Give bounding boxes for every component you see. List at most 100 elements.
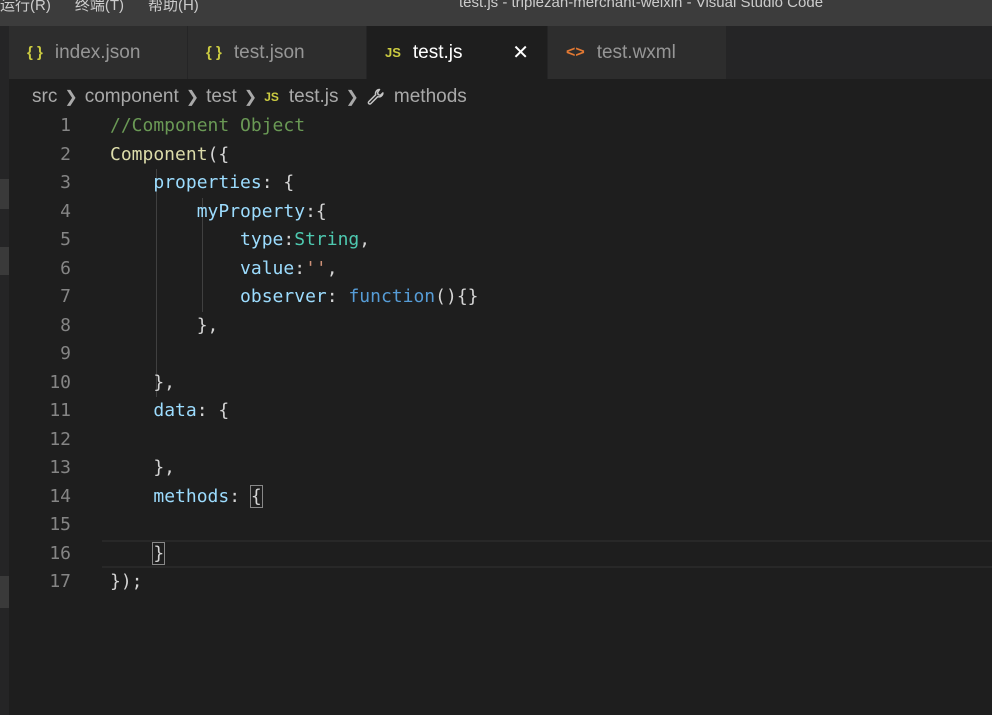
line-number: 4 xyxy=(60,200,71,222)
code-line[interactable]: 6 value:'', xyxy=(9,255,992,284)
line-number: 6 xyxy=(60,257,71,279)
code-text: value:'', xyxy=(110,255,338,284)
code-text: Component({ xyxy=(110,141,229,170)
close-icon[interactable]: ✕ xyxy=(512,40,529,65)
menu-item-help[interactable]: 帮助(H) xyxy=(148,0,199,15)
code-token: methods xyxy=(153,485,230,507)
code-line[interactable]: 15 xyxy=(9,511,992,540)
line-number: 2 xyxy=(60,143,71,165)
line-number: 9 xyxy=(60,343,71,364)
code-text: properties: { xyxy=(110,169,294,198)
line-number: 12 xyxy=(49,428,71,450)
code-line[interactable]: 3 properties: { xyxy=(9,169,992,198)
code-line[interactable]: 16 } xyxy=(9,540,992,569)
code-token: value xyxy=(240,257,295,279)
tab-label: index.json xyxy=(54,41,141,63)
line-number: 11 xyxy=(49,400,71,421)
line-number: 5 xyxy=(60,229,71,250)
menu-item-terminal[interactable]: 终端(T) xyxy=(75,0,124,15)
code-token: ({ xyxy=(207,143,230,165)
breadcrumb: src ❯ component ❯ test ❯ JS test.js ❯ me… xyxy=(32,84,467,110)
code-line[interactable]: 12 xyxy=(9,426,992,455)
code-token: }, xyxy=(110,457,176,478)
line-number: 17 xyxy=(49,571,71,592)
code-token: }); xyxy=(110,571,143,592)
code-line[interactable]: 5 type:String, xyxy=(9,226,992,255)
title-bar: 运行(R) 终端(T) 帮助(H) test.js - triplezan-me… xyxy=(0,0,992,26)
chevron-right-icon: ❯ xyxy=(64,89,78,106)
code-text: }, xyxy=(110,454,175,483)
breadcrumb-item-file[interactable]: test.js xyxy=(289,86,339,108)
window-title: test.js - triplezan-merchant-weixin - Vi… xyxy=(459,0,824,11)
tab-index-json[interactable]: { } index.json xyxy=(9,26,187,79)
code-text: }, xyxy=(110,369,175,398)
code-token: :{ xyxy=(305,200,327,222)
line-number: 8 xyxy=(60,314,71,336)
code-token: function xyxy=(348,286,436,307)
code-line[interactable]: 11 data: { xyxy=(9,397,992,426)
code-token: }, xyxy=(110,314,219,336)
code-token: { xyxy=(249,484,263,508)
line-number: 10 xyxy=(49,371,71,393)
code-token: Component xyxy=(110,143,208,165)
menu-bar: 运行(R) 终端(T) 帮助(H) xyxy=(0,0,223,15)
js-file-icon: JS xyxy=(385,45,401,60)
breadcrumb-item-src[interactable]: src xyxy=(32,86,57,108)
tab-label: test.js xyxy=(412,41,463,63)
code-token: , xyxy=(359,229,371,250)
code-token: properties xyxy=(153,172,262,193)
code-line[interactable]: 1 //Component Object xyxy=(9,112,992,141)
line-number: 3 xyxy=(60,172,71,193)
editor-tab-bar: { } index.json { } test.json JS test.js … xyxy=(0,26,992,79)
code-line[interactable]: 4 myProperty:{ xyxy=(9,198,992,227)
line-number: 15 xyxy=(49,514,71,535)
chevron-right-icon: ❯ xyxy=(345,89,359,106)
code-token: data xyxy=(153,400,197,421)
line-number: 1 xyxy=(60,115,71,136)
code-line[interactable]: 10 }, xyxy=(9,369,992,398)
code-line[interactable]: 17}); xyxy=(9,568,992,597)
breadcrumb-item-methods[interactable]: methods xyxy=(394,86,467,108)
code-line[interactable]: 8 }, xyxy=(9,312,992,341)
code-line[interactable]: 2 Component({ xyxy=(9,141,992,170)
tab-test-js[interactable]: JS test.js ✕ xyxy=(367,26,547,79)
tab-test-json[interactable]: { } test.json xyxy=(188,26,366,79)
json-braces-icon: { } xyxy=(27,44,43,61)
code-token: : { xyxy=(261,172,295,193)
code-line[interactable]: 9 xyxy=(9,340,992,369)
code-token: : xyxy=(326,286,349,307)
code-line[interactable]: 14 methods: { xyxy=(9,483,992,512)
code-text: //Component Object xyxy=(110,112,305,141)
tab-test-wxml[interactable]: <> test.wxml xyxy=(548,26,726,79)
xml-code-icon: <> xyxy=(566,43,585,61)
wrench-icon xyxy=(366,87,386,107)
code-token: } xyxy=(152,541,166,565)
menu-item-run[interactable]: 运行(R) xyxy=(0,0,51,15)
code-token: (){} xyxy=(435,286,479,307)
line-number: 13 xyxy=(49,457,71,478)
code-text: } xyxy=(110,540,166,569)
line-number: 14 xyxy=(49,485,71,507)
breadcrumb-item-component[interactable]: component xyxy=(85,86,179,108)
tab-label: test.wxml xyxy=(596,41,676,63)
code-text: type:String, xyxy=(110,226,370,255)
code-text: methods: { xyxy=(110,483,263,512)
code-token: observer xyxy=(240,286,327,307)
code-token: }, xyxy=(110,371,176,393)
chevron-right-icon: ❯ xyxy=(243,89,258,106)
code-line[interactable]: 13 }, xyxy=(9,454,992,483)
code-editor[interactable]: 1//Component Object 2 Component({3 propert… xyxy=(9,112,992,715)
breadcrumb-item-test[interactable]: test xyxy=(206,86,237,108)
code-token: : xyxy=(283,229,295,250)
code-line[interactable]: 7 observer: function(){} xyxy=(9,283,992,312)
code-token: String xyxy=(294,229,360,250)
code-text: myProperty:{ xyxy=(110,198,327,227)
code-token: myProperty xyxy=(196,200,306,222)
